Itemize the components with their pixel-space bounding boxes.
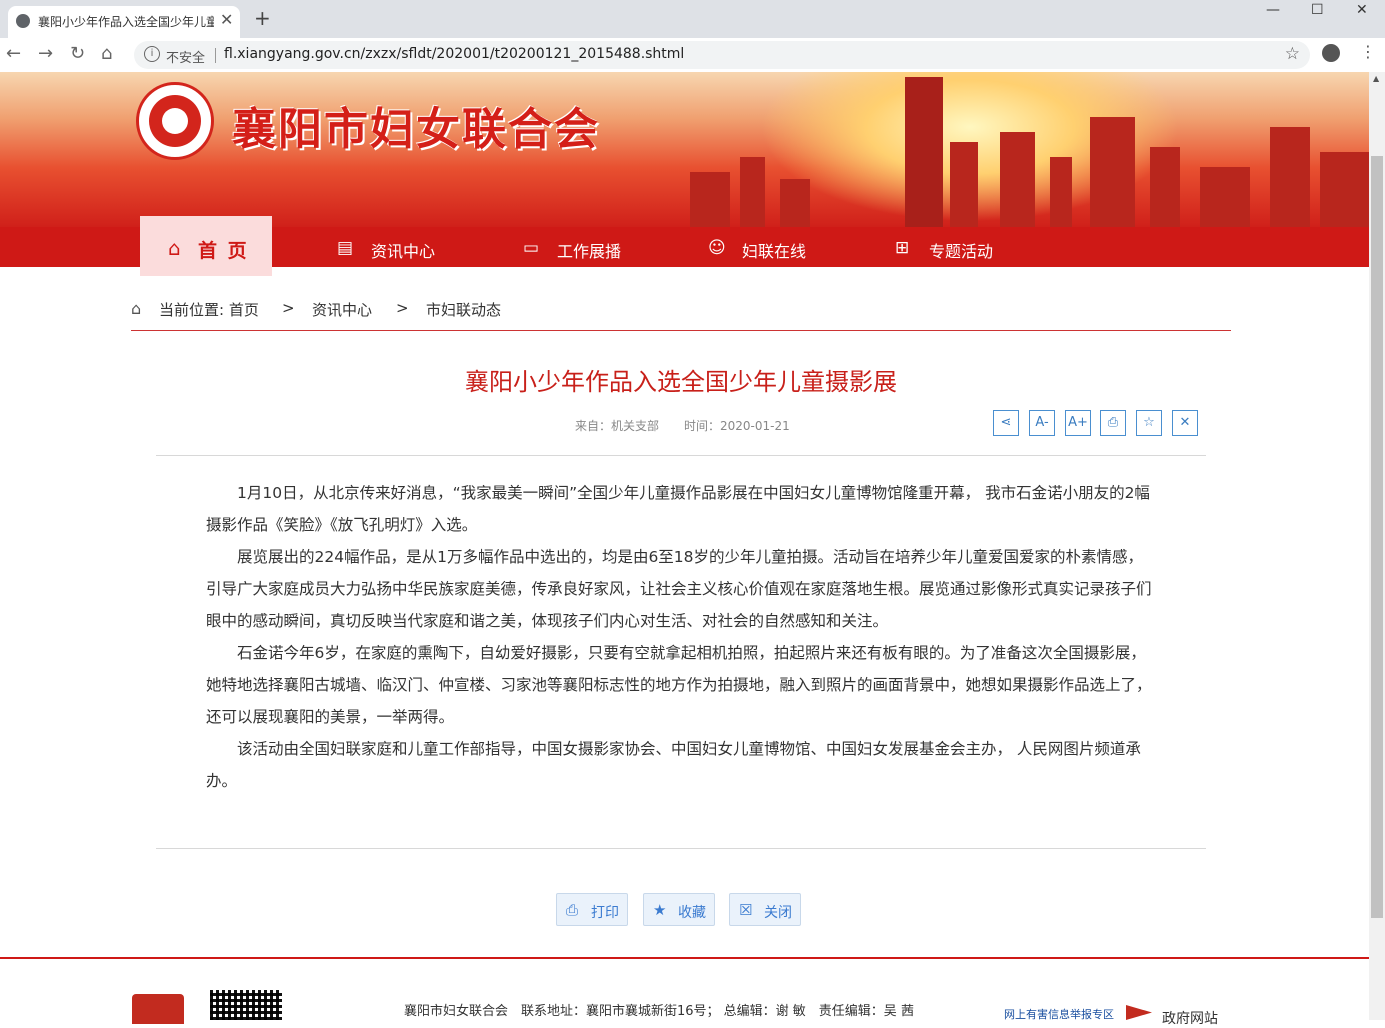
grid-icon: ⊞ <box>895 238 910 258</box>
nav-home[interactable]: ⌂ 首 页 <box>140 216 272 276</box>
url-text[interactable]: fl.xiangyang.gov.cn/zxzx/sfldt/202001/t2… <box>224 46 684 62</box>
window-close-icon[interactable]: ✕ <box>1356 2 1368 18</box>
site-name: 襄阳市妇女联合会 <box>232 104 600 155</box>
banner-building <box>740 157 765 227</box>
footer-divider <box>0 957 1369 959</box>
banner-building <box>1050 157 1072 227</box>
banner-building <box>1000 132 1035 227</box>
browser-tab[interactable]: 襄阳小少年作品入选全国少年儿童 ✕ <box>8 6 240 38</box>
site-banner <box>0 72 1369 227</box>
gov-site-icon[interactable] <box>1126 1005 1152 1020</box>
nav-item-label: 专题活动 <box>929 242 994 261</box>
article-body: 1月10日，从北京传来好消息，“我家最美一瞬间”全国少年儿童摄作品影展在中国妇女… <box>206 477 1158 797</box>
banner-building <box>1320 152 1369 227</box>
close-icon: ☒ <box>739 901 753 919</box>
banner-building <box>1090 117 1135 227</box>
site-logo[interactable] <box>136 82 214 160</box>
star-icon: ★ <box>653 901 667 919</box>
banner-tower <box>905 77 943 227</box>
maximize-icon[interactable]: ☐ <box>1311 2 1324 18</box>
breadcrumb-current[interactable]: 市妇联动态 <box>426 299 501 320</box>
article-date: 时间：2020-01-21 <box>684 419 790 433</box>
print-icon[interactable]: ⎙ <box>1100 410 1126 436</box>
globe-icon <box>16 14 30 28</box>
nav-home-label: 首 页 <box>198 240 249 262</box>
article-paragraph: 展览展出的224幅作品，是从1万多幅作品中选出的，均是由6至18岁的少年儿童拍摄… <box>206 548 1152 630</box>
breadcrumb-news[interactable]: 资讯中心 <box>312 299 372 320</box>
browser-tabbar: 襄阳小少年作品入选全国少年儿童 ✕ + — ☐ ✕ <box>0 0 1385 38</box>
menu-kebab-icon[interactable]: ⋮ <box>1360 42 1376 61</box>
nav-item-label: 资讯中心 <box>371 242 436 261</box>
favorite-button[interactable]: ★ 收藏 <box>643 893 715 926</box>
footer-info: 襄阳市妇女联合会 联系地址：襄阳市襄城新街16号； 总编辑：谢 敏 责任编辑：吴… <box>404 1004 914 1019</box>
new-tab-button[interactable]: + <box>254 6 271 30</box>
home-icon: ⌂ <box>168 236 181 260</box>
print-icon: ⎙ <box>566 901 579 919</box>
scroll-up-icon[interactable]: ▲ <box>1373 74 1379 83</box>
favorite-icon[interactable]: ☆ <box>1136 410 1162 436</box>
favorite-button-label: 收藏 <box>678 905 706 921</box>
people-icon: ☺ <box>708 238 726 258</box>
breadcrumb-home[interactable]: 当前位置: 首页 <box>159 299 259 320</box>
minimize-icon[interactable]: — <box>1266 2 1280 18</box>
reload-icon[interactable]: ↻ <box>70 43 85 64</box>
monitor-icon: ▭ <box>523 238 540 258</box>
news-icon: ▤ <box>337 238 354 258</box>
article-paragraph: 该活动由全国妇联家庭和儿童工作部指导，中国女摄影家协会、中国妇女儿童博物馆、中国… <box>206 740 1141 790</box>
info-icon[interactable]: i <box>144 46 160 62</box>
banner-building <box>1270 127 1310 227</box>
nav-item-label: 妇联在线 <box>742 242 807 261</box>
banner-building <box>690 172 730 227</box>
home-icon: ⌂ <box>131 299 142 318</box>
back-icon[interactable]: ← <box>6 43 21 64</box>
forward-icon[interactable]: → <box>38 43 53 64</box>
nav-item-label: 工作展播 <box>557 242 622 261</box>
divider <box>131 330 1231 331</box>
article-source: 来自：机关支部 <box>575 419 660 433</box>
address-bar[interactable]: i 不安全 fl.xiangyang.gov.cn/zxzx/sfldt/202… <box>134 41 1310 69</box>
security-label: 不安全 <box>166 51 206 66</box>
print-button-label: 打印 <box>591 905 619 921</box>
banner-building <box>780 179 810 227</box>
banner-building <box>1200 167 1250 227</box>
scrollbar-thumb[interactable] <box>1371 156 1383 918</box>
breadcrumb-separator: > <box>282 299 295 317</box>
print-button[interactable]: ⎙ 打印 <box>556 893 628 926</box>
banner-building <box>950 142 978 227</box>
banner-building <box>1150 147 1180 227</box>
qr-code-icon <box>210 990 282 1020</box>
tab-close-icon[interactable]: ✕ <box>220 10 233 29</box>
tab-title: 襄阳小少年作品入选全国少年儿童 <box>38 15 214 29</box>
gov-site-label[interactable]: 政府网站 <box>1162 1008 1218 1028</box>
close-button[interactable]: ☒ 关闭 <box>729 893 801 926</box>
share-icon[interactable]: ⋖ <box>993 410 1019 436</box>
article-paragraph: 石金诺今年6岁，在家庭的熏陶下，自幼爱好摄影，只要有空就拿起相机拍照，拍起照片来… <box>206 644 1152 726</box>
article-title: 襄阳小少年作品入选全国少年儿童摄影展 <box>465 368 897 396</box>
font-increase-icon[interactable]: A+ <box>1065 410 1091 436</box>
bookmark-star-icon[interactable]: ☆ <box>1285 44 1300 64</box>
home-icon[interactable]: ⌂ <box>101 43 112 64</box>
breadcrumb-separator: > <box>396 299 409 317</box>
close-button-label: 关闭 <box>764 905 792 921</box>
font-decrease-icon[interactable]: A- <box>1029 410 1055 436</box>
divider <box>156 455 1206 456</box>
close-icon[interactable]: ✕ <box>1172 410 1198 436</box>
profile-avatar-icon[interactable] <box>1322 44 1340 62</box>
article-paragraph: 1月10日，从北京传来好消息，“我家最美一瞬间”全国少年儿童摄作品影展在中国妇女… <box>206 484 1150 534</box>
browser-toolbar: ← → ↻ ⌂ i 不安全 fl.xiangyang.gov.cn/zxzx/s… <box>0 38 1385 73</box>
divider <box>156 848 1206 849</box>
divider <box>215 48 216 63</box>
